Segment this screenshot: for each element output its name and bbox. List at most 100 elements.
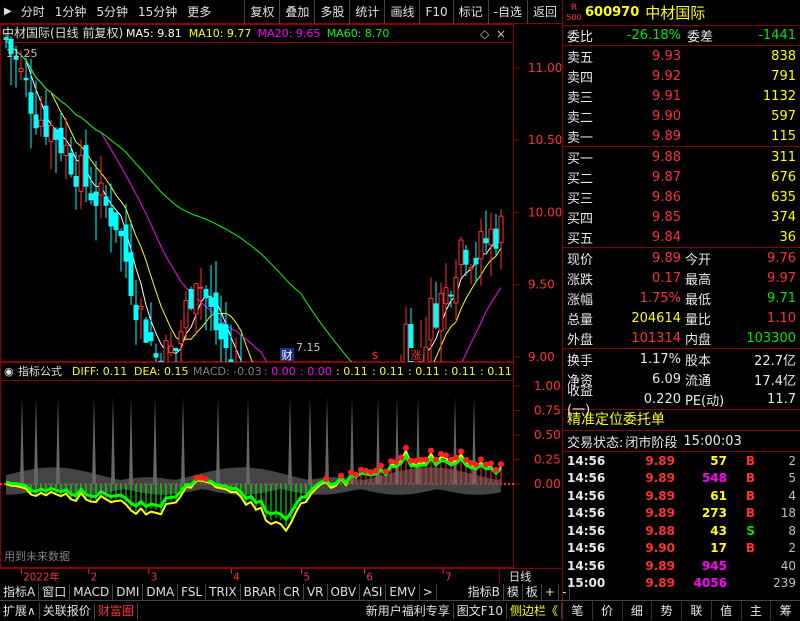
order-level: 买二 9.87 676 — [567, 169, 796, 187]
signal-dot — [403, 444, 409, 451]
period-tab-3[interactable]: 15分钟 — [133, 0, 182, 24]
promo-tab-2[interactable]: 侧边栏《 — [507, 602, 562, 619]
ma-legend-1: MA10: 9.77 — [189, 27, 252, 40]
candle-body — [58, 127, 64, 154]
low-price-label: 7.15 — [296, 341, 321, 354]
time-label: 3 — [151, 571, 158, 583]
extension-tab-1[interactable]: 关联报价 — [40, 602, 95, 619]
committee-ratio: -26.18% — [626, 28, 681, 43]
signal-dot — [203, 475, 209, 482]
tool-button-6[interactable]: 标记 — [452, 0, 488, 24]
ask-book: 卖五 9.93 838 卖四 9.92 791 卖三 9.91 1132 卖二 9.90 597 卖一 9… — [563, 46, 800, 146]
tool-button-0[interactable]: 复权 — [244, 0, 279, 24]
indicator-spike — [153, 395, 157, 484]
event-marker[interactable]: 财 — [282, 348, 293, 362]
indicator-tab-10[interactable]: OBV — [328, 583, 361, 600]
candle-body — [198, 286, 204, 289]
event-marker[interactable]: 涨 — [411, 349, 422, 362]
stat-row: 涨幅 1.75% 最低 9.71 — [567, 290, 796, 308]
menu-toggle-icon[interactable]: ▶ — [0, 6, 16, 17]
indicator-tab-0[interactable]: 指标A — [0, 583, 40, 600]
period-label[interactable]: 日线 — [509, 569, 532, 583]
period-tab-1[interactable]: 1分钟 — [50, 0, 92, 24]
tool-button-3[interactable]: 统计 — [349, 0, 384, 24]
time-label: 4 — [233, 571, 240, 583]
right-tab-7[interactable]: 筹 — [771, 601, 800, 620]
tool-button-4[interactable]: 画线 — [384, 0, 419, 24]
right-tab-6[interactable]: 主 — [742, 601, 772, 620]
indicator-tab-9[interactable]: VR — [304, 583, 328, 600]
stock-code: 600970 — [585, 5, 640, 20]
close-icon[interactable]: × — [496, 27, 506, 41]
exchange-badge: R 500 — [566, 2, 582, 22]
time-label: 6 — [366, 571, 373, 583]
candle-body — [473, 258, 479, 265]
trade-row: 15:00 9.89 4056 239 — [567, 576, 796, 591]
indicator-tab-3[interactable]: DMI — [113, 583, 144, 600]
tool-button-2[interactable]: 多股 — [314, 0, 349, 24]
candle-body — [108, 207, 114, 227]
indicator-tab-1[interactable]: 窗口 — [39, 583, 71, 600]
indicator-tab-7[interactable]: BRAR — [241, 583, 281, 600]
indicator-tab-15[interactable]: 模 — [504, 583, 523, 600]
stat-row: 外盘 101314 内盘 103300 — [567, 330, 796, 348]
order-level: 买五 9.84 36 — [567, 229, 796, 247]
indicator-tab-6[interactable]: TRIX — [206, 583, 241, 600]
signal-dot — [398, 454, 404, 461]
right-tab-0[interactable]: 笔 — [563, 601, 593, 620]
right-tab-5[interactable]: 值 — [712, 601, 742, 620]
right-tab-1[interactable]: 价 — [593, 601, 623, 620]
period-tab-2[interactable]: 5分钟 — [91, 0, 133, 24]
signal-dot — [378, 462, 384, 469]
indicator-spike — [325, 395, 329, 484]
extension-bar: 扩展∧ 关联报价 财富圈 新用户福利专享 图文F10 侧边栏《 — [0, 600, 562, 620]
indicator-tab-14[interactable]: 指标B — [465, 583, 504, 600]
candle-body — [458, 239, 464, 266]
precise-order-link[interactable]: 精准定位委托单 — [563, 410, 800, 430]
ind-tick-label: 0.25 — [534, 453, 561, 467]
time-axis: 2022年 2 3 4 5 6 7 日线 — [0, 568, 562, 584]
indicator-tab-8[interactable]: CR — [280, 583, 304, 600]
candle-body — [443, 287, 449, 305]
right-tab-4[interactable]: 联 — [682, 601, 712, 620]
tool-button-1[interactable]: 叠加 — [279, 0, 314, 24]
extension-tab-2[interactable]: 财富圈 — [95, 602, 138, 619]
candle-body — [468, 267, 474, 270]
signal-dot — [453, 454, 459, 461]
indicator-tab-12[interactable]: EMV — [386, 583, 420, 600]
diamond-icon[interactable]: ◇ — [480, 27, 490, 41]
promo-tab-1[interactable]: 图文F10 — [454, 602, 507, 619]
candle-body — [493, 228, 499, 249]
indicator-tab-4[interactable]: DMA — [143, 583, 179, 600]
price-tick-label: 11.00 — [528, 61, 562, 75]
indicator-chart[interactable]: 1.00 0.75 0.50 0.25 0.00 ◉ 指标公式 DIFF: 0.11 DEA:… — [0, 362, 562, 568]
tool-button-7[interactable]: -自选 — [487, 0, 527, 24]
tool-button-8[interactable]: 返回 — [526, 0, 562, 24]
indicator-tab-2[interactable]: MACD — [70, 583, 114, 600]
extension-tab-0[interactable]: 扩展∧ — [0, 602, 40, 619]
order-level: 卖四 9.92 791 — [567, 68, 796, 86]
indicator-tab-5[interactable]: FSL — [178, 583, 207, 600]
indicator-tab-16[interactable]: 板 — [523, 583, 542, 600]
indicator-spike — [92, 395, 96, 484]
indicator-tabs: 指标A 窗口 MACD DMI DMA FSL TRIX BRAR CR VR OBV ASI EMV >… — [0, 583, 571, 600]
indicator-tab-11[interactable]: ASI — [360, 583, 387, 600]
indicator-spike — [111, 395, 115, 484]
candle-body — [163, 340, 169, 362]
promo-tab-0[interactable]: 新用户福利专享 — [363, 602, 454, 619]
candle-body — [78, 154, 84, 192]
event-marker[interactable]: $ — [372, 349, 379, 362]
right-tab-3[interactable]: 势 — [652, 601, 682, 620]
high-price-label: 11.25 — [6, 47, 38, 60]
indicator-tab-17[interactable]: + — [542, 583, 559, 600]
indicator-extra-2: : 0.11 — [336, 365, 368, 378]
tool-button-5[interactable]: F10 — [419, 0, 452, 24]
candle-body — [38, 119, 44, 127]
period-tab-0[interactable]: 分时 — [16, 0, 50, 24]
right-tab-2[interactable]: 细 — [623, 601, 653, 620]
indicator-tab-13[interactable]: > — [420, 583, 437, 600]
period-tab-4[interactable]: 更多 — [182, 0, 216, 24]
kline-chart[interactable]: 11.0010.5010.009.509.008.508.007.50 11.2… — [0, 24, 562, 362]
indicator-menu-icon[interactable]: ◉ — [4, 365, 14, 378]
stock-name: 中材国际 — [645, 4, 706, 22]
